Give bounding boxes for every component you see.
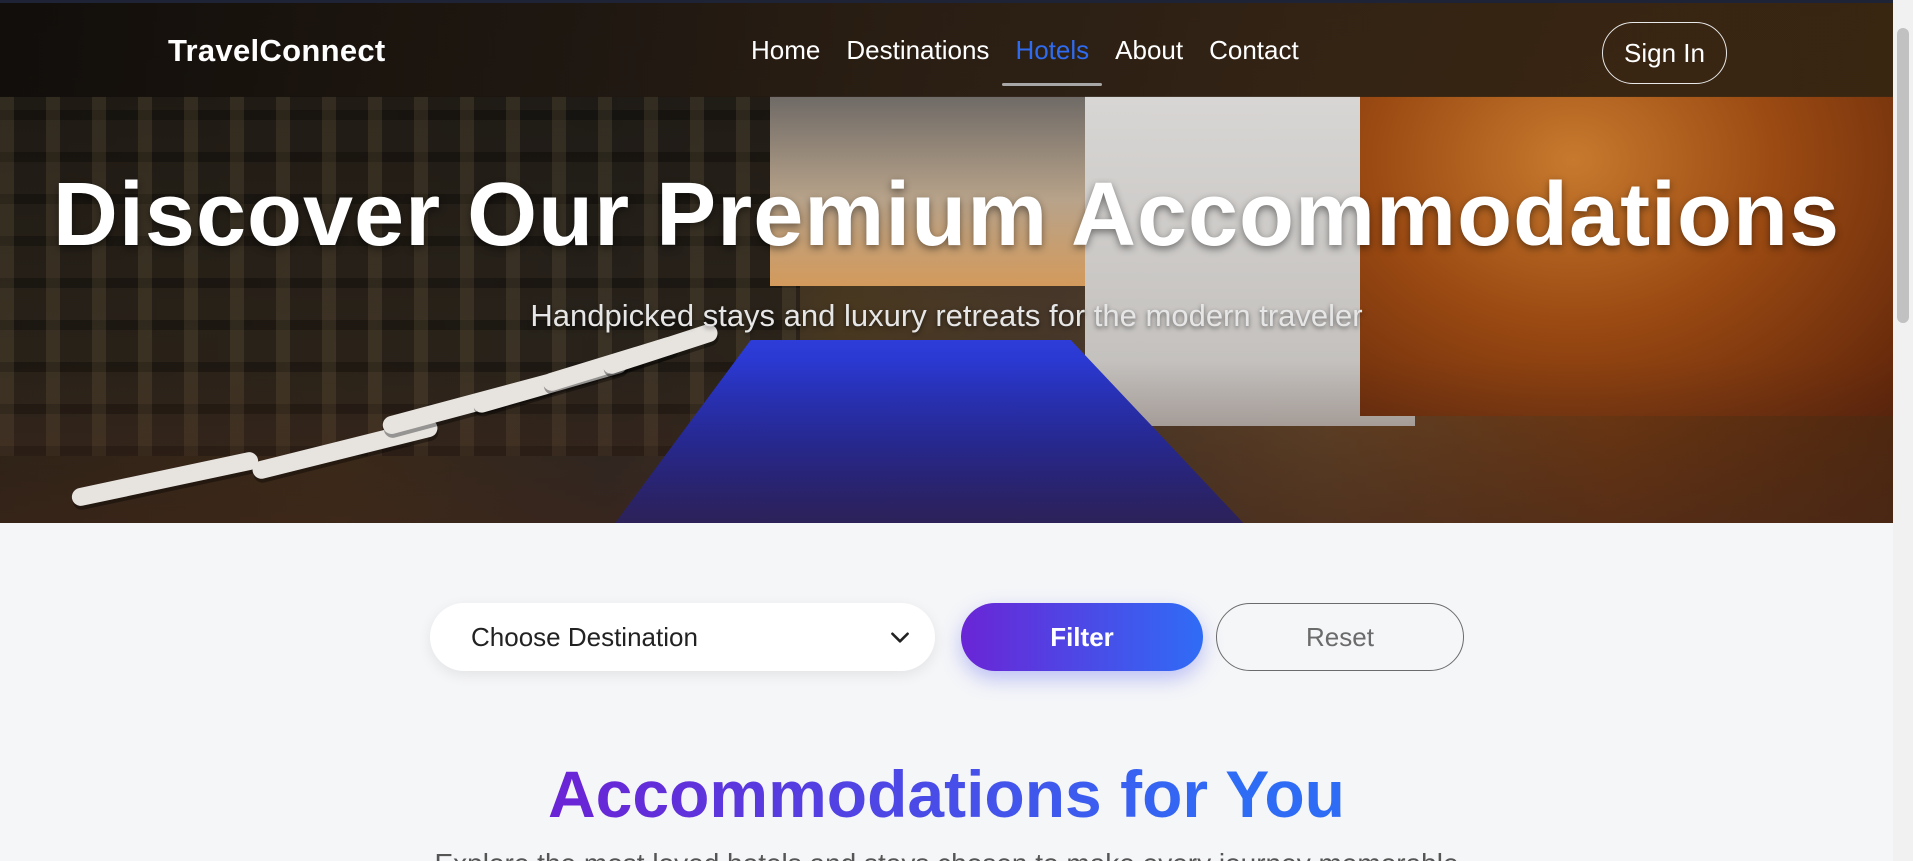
scrollbar-thumb[interactable] <box>1897 28 1909 323</box>
brand-logo[interactable]: TravelConnect <box>168 33 386 69</box>
nav-link-contact[interactable]: Contact <box>1196 35 1312 66</box>
sign-in-button[interactable]: Sign In <box>1602 22 1727 84</box>
section-subtitle: Explore the most loved hotels and stays … <box>0 848 1893 861</box>
section-title: Accommodations for You <box>0 756 1893 832</box>
filter-button[interactable]: Filter <box>961 603 1203 671</box>
hero-subtitle: Handpicked stays and luxury retreats for… <box>530 298 1363 333</box>
filter-bar: Choose Destination Filter Reset <box>430 603 1464 671</box>
hero-title: Discover Our Premium Accommodations <box>52 165 1841 265</box>
nav-links: Home Destinations Hotels About Contact <box>738 35 1312 86</box>
destination-select[interactable]: Choose Destination <box>430 603 935 671</box>
top-navbar: TravelConnect Home Destinations Hotels A… <box>0 0 1893 97</box>
chevron-down-icon <box>891 632 909 643</box>
destination-select-value: Choose Destination <box>471 621 698 652</box>
page-scrollbar[interactable] <box>1893 0 1913 861</box>
page: Discover Our Premium Accommodations Hand… <box>0 0 1913 861</box>
nav-link-destinations[interactable]: Destinations <box>833 35 1002 66</box>
nav-link-hotels[interactable]: Hotels <box>1002 35 1102 86</box>
reset-button[interactable]: Reset <box>1216 603 1464 671</box>
hero-image-deck <box>0 360 1893 523</box>
nav-link-about[interactable]: About <box>1102 35 1196 66</box>
nav-link-home[interactable]: Home <box>738 35 833 66</box>
